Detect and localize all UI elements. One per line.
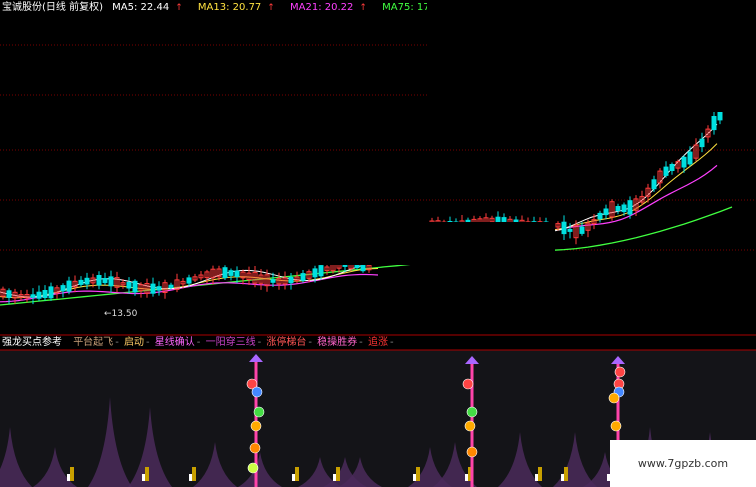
- signal-badge-icon-3-4: [608, 392, 620, 404]
- candle-left-body-13: [78, 279, 84, 285]
- signal-bar-8: [538, 467, 542, 481]
- signal-badge-icon-1-3: [253, 406, 265, 418]
- candle-left-body-6: [36, 291, 42, 299]
- ma13-line-right: [554, 143, 718, 231]
- candle-left-body-14: [84, 277, 90, 285]
- ma5-value: MA5: 22.44 ↑: [112, 2, 183, 13]
- candle-right-body-16: [651, 179, 657, 190]
- legend-start: 启动: [123, 337, 144, 348]
- candle-left-body-52: [312, 268, 318, 278]
- candle-left-body-50: [300, 273, 306, 281]
- candle-right-body-4: [579, 226, 585, 234]
- signal-bar-tick-4: [292, 474, 295, 481]
- signal-bar-1: [70, 467, 74, 481]
- signal-badge-icon-1-4: [250, 420, 262, 432]
- ma21-value: MA21: 20.22 ↑: [290, 2, 367, 13]
- candle-right-body-12: [627, 200, 633, 215]
- candle-left-body-11: [66, 280, 72, 292]
- signal-badge-icon-2-3: [464, 420, 476, 432]
- candle-left-body-10: [60, 285, 66, 292]
- legend-sure-win: 稳操胜券: [317, 337, 358, 348]
- candle-right-body-11: [621, 204, 627, 213]
- candle-left-body-25: [150, 283, 156, 294]
- legend-limit-up-step: 涨停梯台: [266, 337, 307, 348]
- watermark: www.7gpzb.com: [610, 440, 756, 487]
- signal-bar-tick-9: [561, 474, 564, 481]
- legend-platform-takeoff: 平台起飞: [73, 337, 114, 348]
- signal-badge-icon-3-1: [614, 366, 626, 378]
- candle-left-body-8: [48, 286, 54, 299]
- legend-yang-cross-three: 一阳穿三线: [205, 337, 256, 348]
- candle-right-body-7: [597, 212, 603, 220]
- signal-bar-tick-8: [535, 474, 538, 481]
- ma21-up-arrow-icon: ↑: [359, 3, 367, 13]
- candle-left-body-21: [126, 282, 132, 289]
- candle-left-body-16: [96, 275, 102, 286]
- candle-left-body-7: [42, 290, 48, 298]
- candle-right-body-18: [663, 166, 669, 176]
- redacted-area-top-right: [427, 0, 756, 112]
- indicator-header: 强龙买点参考 平台起飞 - 启动 - 星线确认 - 一阳穿三线 - 涨停梯台 - 稳操胜券…: [2, 337, 394, 348]
- signal-bar-2: [145, 467, 149, 481]
- stock-title: 宝诚股份(日线 前复权): [2, 2, 103, 13]
- signal-bar-4: [295, 467, 299, 481]
- ma5-up-arrow-icon: ↑: [175, 3, 183, 13]
- signal-bar-tick-1: [67, 474, 70, 481]
- candle-right-body-8: [603, 208, 609, 216]
- candle-left-body-45: [270, 279, 276, 283]
- signal-badge-icon-1-6: [247, 462, 259, 474]
- signal-badge-icon-3-5: [610, 420, 622, 432]
- candle-right-body-21: [681, 156, 687, 168]
- signal-badge-icon-1-2: [251, 386, 263, 398]
- candle-right-body-1: [561, 221, 567, 235]
- candle-left-body-39: [234, 270, 240, 278]
- low-price-marker: ←13.50: [104, 309, 138, 319]
- legend-chase: 追涨: [367, 337, 388, 348]
- candle-left-body-48: [288, 276, 294, 284]
- signal-bar-tick-6: [413, 474, 416, 481]
- candle-left-body-31: [186, 277, 192, 284]
- candle-left-body-17: [102, 278, 108, 284]
- signal-badge-icon-2-1: [462, 378, 474, 390]
- candle-right-body-2: [567, 228, 573, 232]
- candle-left-body-26: [156, 286, 162, 291]
- candle-left-body-22: [132, 280, 138, 293]
- candle-left-body-37: [222, 267, 228, 279]
- signal-bar-tick-5: [333, 474, 336, 481]
- signal-bar-6: [416, 467, 420, 481]
- indicator-name: 强龙买点参考: [2, 337, 62, 348]
- candle-left-body-28: [168, 284, 174, 289]
- signal-bar-5: [336, 467, 340, 481]
- chart-stage[interactable]: 宝诚股份(日线 前复权) MA5: 22.44 ↑ MA13: 20.77 ↑ MA…: [0, 0, 756, 487]
- signal-bar-tick-3: [189, 474, 192, 481]
- candle-right-body-22: [687, 151, 693, 165]
- candle-right-body-26: [711, 116, 717, 131]
- legend-star-confirm: 星线确认: [154, 337, 195, 348]
- signal-bar-9: [564, 467, 568, 481]
- candle-left-body-5: [30, 294, 36, 298]
- signal-bar-tick-7: [465, 474, 468, 481]
- candle-left-body-1: [6, 290, 12, 298]
- redacted-area-middle: [202, 222, 555, 265]
- ma13-up-arrow-icon: ↑: [267, 3, 275, 13]
- ma13-value: MA13: 20.77 ↑: [197, 2, 275, 13]
- price-chart-header: 宝诚股份(日线 前复权) MA5: 22.44 ↑ MA13: 20.77 ↑ MA…: [2, 1, 471, 15]
- candle-left-body-53: [318, 265, 324, 277]
- signal-bar-3: [192, 467, 196, 481]
- signal-bar-tick-2: [142, 474, 145, 481]
- signal-badge-icon-2-4: [466, 446, 478, 458]
- candle-right-body-10: [615, 206, 621, 211]
- signal-badge-icon-2-2: [466, 406, 478, 418]
- candle-left-body-18: [108, 276, 114, 287]
- signal-badge-icon-1-5: [249, 442, 261, 454]
- candle-right-body-24: [699, 138, 705, 148]
- candle-right-body-19: [669, 164, 675, 171]
- candle-left-body-38: [228, 270, 234, 276]
